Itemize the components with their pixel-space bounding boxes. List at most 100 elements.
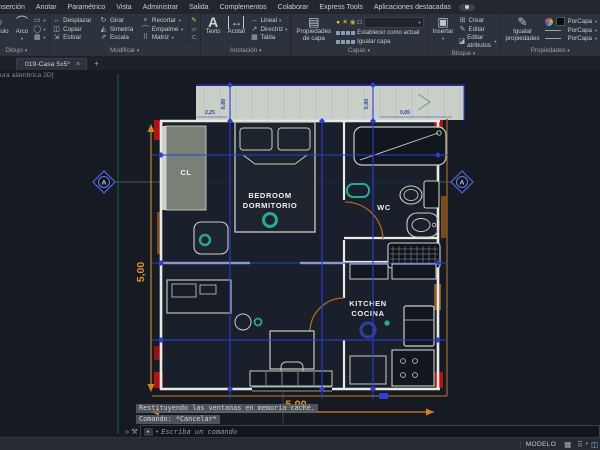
new-tab-button[interactable]: + [87,57,106,70]
panel-label-capas[interactable]: Capas ▾ [294,46,423,56]
menu-complementos[interactable]: Complementos [214,4,272,11]
section-letter: A [102,180,107,187]
panel-capas: ▤ Propiedades de capa ● ☀ ◉ □ ▾ Establec… [291,14,427,56]
command-placeholder: Escriba un comando [161,428,237,436]
closet-label: CL [181,168,192,177]
viewport-control[interactable]: ura alámbrica 2D] [0,72,54,79]
fillet-icon: ⌒ [141,26,149,35]
table-icon: ▦ [250,34,258,42]
circle-button[interactable]: ○ Círculo▾ [0,15,11,43]
trim-button[interactable]: ×Recortar▾ [141,17,183,26]
color-wheel-icon [545,18,553,26]
scale-icon: ⇗ [99,34,107,43]
layer-dropdown[interactable]: ▾ [364,17,424,28]
file-tab-bar: 019-Casa 5x5* × + [0,56,600,70]
hatch-button[interactable]: ▦▾ [33,34,45,42]
edit-block-button[interactable]: ✎Editar [459,26,497,34]
stretch-button[interactable]: ⇲Estirar [53,34,92,43]
dim-label: 0,80 [364,99,370,110]
leader-button[interactable]: ↗Directriz▾ [250,26,287,34]
clipped-status-icon[interactable]: ◫ [588,440,600,449]
lineweight-dropdown[interactable]: PorCapa▾ [545,27,598,34]
modify-misc-button[interactable]: ⊂ [191,34,196,42]
dim-label: 0,80 [221,99,227,110]
object-color-dropdown[interactable]: PorCapa▾ [545,17,598,26]
mirror-button[interactable]: ◭Simetría [99,26,133,35]
set-current-layer-button[interactable]: Establecer como actual [336,29,423,37]
snap-mode-icon[interactable]: ⠿ [574,440,586,449]
layer-color-icon[interactable]: □ [358,19,362,27]
chevron-down-icon: ▾ [21,36,23,43]
grid-display-icon[interactable]: ▦ [561,440,574,449]
wc-label: WC [377,203,391,212]
featured-apps-toggle-icon[interactable] [459,4,475,11]
ellipse-button[interactable]: ◯▾ [33,26,45,34]
chevron-down-icon: ▾ [418,19,420,27]
menu-administrar[interactable]: Administrar [137,4,183,11]
menu-express-tools[interactable]: Express Tools [314,4,368,11]
drawing-canvas[interactable]: ura alámbrica 2D] 0,80 0,80 2,25 0, [0,70,600,438]
customize-wrench-icon[interactable]: ⚒ [131,427,138,436]
layer-tools-icon [336,40,355,44]
drawing-tab[interactable]: 019-Casa 5x5* × [16,58,87,70]
match-properties-button[interactable]: ✎ Igualar propiedades [504,15,542,43]
layer-properties-button[interactable]: ▤ Propiedades de capa [294,15,333,43]
menu-bar: Inserción Anotar Paramétrico Vista Admin… [0,0,600,14]
hatch-icon: ▦ [33,34,41,42]
match-layer-button[interactable]: Igualar capa [336,38,423,46]
menu-aplicaciones-destacadas[interactable]: Aplicaciones destacadas [368,4,456,11]
svg-text:DORMITORIO: DORMITORIO [243,201,298,210]
layer-thaw-icon[interactable]: ☀ [342,19,348,27]
menu-insercion[interactable]: Inserción [0,4,30,11]
model-space-button[interactable]: MODELO [520,441,561,448]
dim-label: 2,25 [205,110,215,116]
menu-colaborar[interactable]: Colaborar [272,4,314,11]
menu-salida[interactable]: Salida [184,4,214,11]
copy-button[interactable]: ◫Copiar [53,26,92,35]
panel-modificar: ↔Desplazar ◫Copiar ⇲Estirar ↻Girar ◭Sime… [50,14,201,56]
chevron-down-icon: ▾ [43,17,45,25]
command-badge-icon: ▸ [144,428,153,436]
section-letter: A [460,180,465,187]
arc-button[interactable]: ⌒ Arco▾ [14,15,31,43]
panel-label-anotacion[interactable]: Anotación ▾ [204,46,288,56]
panel-label-modificar[interactable]: Modificar ▾ [53,46,197,56]
armchair [194,222,228,254]
move-button[interactable]: ↔Desplazar [53,17,92,26]
explode-button[interactable]: ▱ [191,26,196,34]
panel-dibujo: ○ Círculo▾ ⌒ Arco▾ ▭▾ ◯▾ ▦▾ Dibujo ▾ [0,14,50,56]
layer-on-icon[interactable]: ● [336,19,340,27]
rotate-button[interactable]: ↻Girar [99,17,133,26]
insert-block-button[interactable]: ▣ Insertar▾ [431,15,456,43]
array-icon: ⠿ [141,34,149,43]
linear-dim-button[interactable]: ↔Lineal▾ [250,17,287,25]
array-button[interactable]: ⠿Matriz▾ [141,34,183,43]
panel-label-dibujo[interactable]: Dibujo ▾ [0,46,46,56]
chevron-down-icon: ▾ [285,26,287,34]
porch [196,86,464,120]
rectangle-button[interactable]: ▭▾ [33,17,45,25]
table-button[interactable]: ▦Tabla [250,34,287,42]
menu-anotar[interactable]: Anotar [30,4,62,11]
close-tab-icon[interactable]: × [76,61,80,68]
panel-propiedades: ✎ Igualar propiedades PorCapa▾ PorCapa▾ [501,14,600,56]
create-block-button[interactable]: ⊞Crear [459,17,497,25]
edit-attributes-icon: ◪ [459,38,466,46]
dimension-button[interactable]: ↔ Acotar [226,15,248,37]
mirror-icon: ◭ [99,26,107,35]
text-button[interactable]: A Texto [204,15,223,37]
rectangle-icon: ▭ [33,17,41,25]
drawing-tab-label: 019-Casa 5x5* [25,61,70,68]
chevron-down-icon: ▾ [181,26,183,35]
menu-vista[interactable]: Vista [111,4,137,11]
erase-button[interactable]: ✎ [191,17,196,25]
scale-button[interactable]: ⇗Escala [99,34,133,43]
menu-parametrico[interactable]: Paramétrico [62,4,111,11]
panel-label-propiedades[interactable]: Propiedades ▾ [504,46,598,56]
fillet-button[interactable]: ⌒Empalme▾ [141,26,183,35]
recent-commands-icon[interactable]: » [125,427,129,436]
layer-lock-icon[interactable]: ◉ [350,19,356,27]
linetype-dropdown[interactable]: PorCapa▾ [545,35,598,42]
edit-attributes-button[interactable]: ◪Editar atributos▾ [459,34,497,49]
color-swatch-icon [556,17,565,26]
